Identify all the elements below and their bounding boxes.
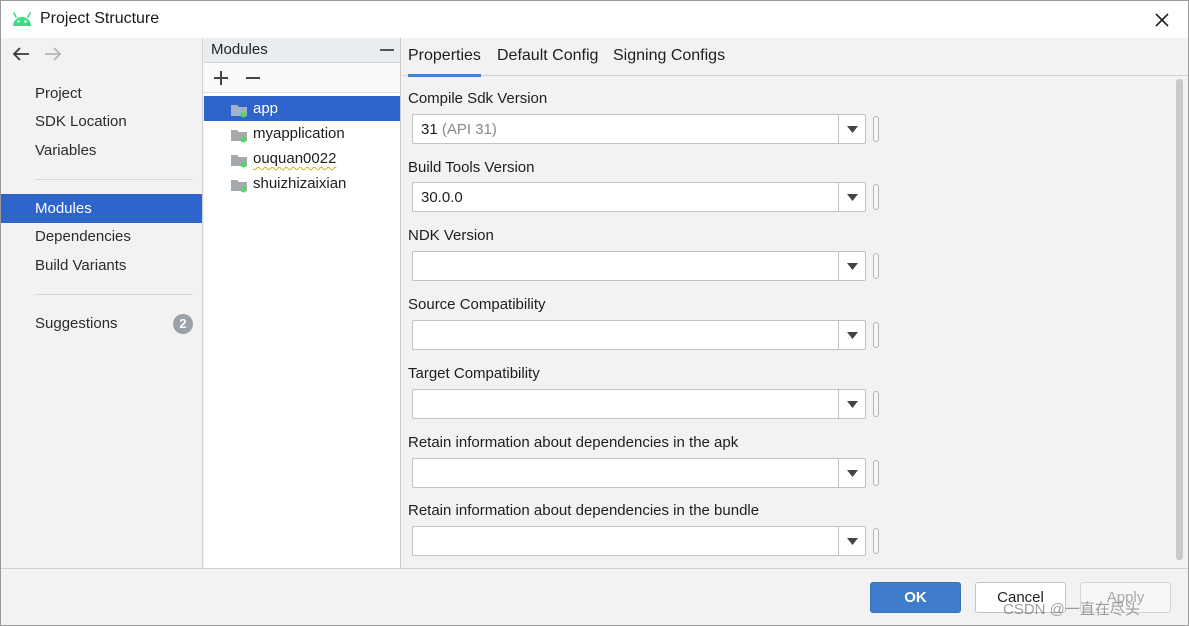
module-label: myapplication	[253, 125, 345, 142]
chevron-down-icon	[847, 194, 858, 201]
android-icon	[11, 11, 33, 27]
field-label-target-compatibility: Target Compatibility	[408, 365, 540, 382]
nav-item-sdk-location[interactable]: SDK Location	[1, 107, 202, 136]
nav-item-dependencies[interactable]: Dependencies	[1, 222, 202, 251]
vertical-scrollbar[interactable]	[1176, 79, 1183, 560]
arrow-left-icon[interactable]	[11, 46, 31, 66]
module-folder-icon	[230, 151, 248, 168]
minus-icon[interactable]	[242, 67, 264, 89]
chevron-down-icon	[847, 401, 858, 408]
module-label: ouquan0022	[253, 150, 337, 167]
chevron-down-icon	[847, 263, 858, 270]
dropdown-arrow-button[interactable]	[838, 321, 865, 349]
dropdown-arrow-button[interactable]	[838, 252, 865, 280]
field-extra-button[interactable]	[873, 460, 879, 486]
module-item-shuizhizaixian[interactable]: shuizhizaixian	[204, 171, 400, 196]
chevron-down-icon	[847, 332, 858, 339]
field-label-compile-sdk: Compile Sdk Version	[408, 90, 548, 107]
chevron-down-icon	[847, 126, 858, 133]
modules-header-label: Modules	[211, 41, 268, 58]
combo-value-text: 31	[421, 121, 438, 138]
field-label-retain-apk: Retain information about dependencies in…	[408, 434, 739, 451]
field-extra-button[interactable]	[873, 184, 879, 210]
arrow-right-icon[interactable]	[43, 46, 63, 66]
ok-button[interactable]: OK	[870, 582, 961, 613]
module-folder-icon	[230, 126, 248, 143]
field-label-build-tools: Build Tools Version	[408, 159, 535, 176]
chevron-down-icon	[847, 538, 858, 545]
field-extra-button[interactable]	[873, 391, 879, 417]
build-tools-version-combo[interactable]: 30.0.0	[412, 182, 866, 212]
nav-item-suggestions[interactable]: Suggestions 2	[1, 309, 202, 338]
dropdown-arrow-button[interactable]	[838, 390, 865, 418]
tab-label: Properties	[408, 47, 481, 64]
suggestions-count-badge: 2	[173, 314, 193, 334]
modules-toolbar	[204, 63, 400, 93]
close-button[interactable]	[1148, 7, 1176, 33]
module-label: app	[253, 100, 279, 117]
chevron-down-icon	[847, 470, 858, 477]
watermark-text: CSDN @一直在尽头	[1003, 601, 1140, 618]
combo-value: 30.0.0	[421, 189, 463, 206]
nav-item-project[interactable]: Project	[1, 79, 202, 108]
plus-icon[interactable]	[210, 67, 232, 89]
module-folder-icon	[230, 176, 248, 193]
close-icon	[1155, 13, 1169, 27]
compile-sdk-version-combo[interactable]: 31 (API 31)	[412, 114, 866, 144]
module-folder-icon	[230, 101, 248, 118]
tab-bar: Properties Default Config Signing Config…	[402, 38, 1188, 77]
modules-header: Modules	[204, 38, 400, 63]
nav-item-build-variants[interactable]: Build Variants	[1, 251, 202, 280]
field-extra-button[interactable]	[873, 528, 879, 554]
dropdown-arrow-button[interactable]	[838, 115, 865, 143]
field-label-retain-bundle: Retain information about dependencies in…	[408, 502, 760, 519]
field-extra-button[interactable]	[873, 322, 879, 348]
retain-bundle-dependencies-combo[interactable]	[412, 526, 866, 556]
combo-value: 31 (API 31)	[421, 121, 497, 138]
tab-default-config[interactable]: Default Config	[497, 38, 598, 76]
field-label-ndk-version: NDK Version	[408, 227, 494, 244]
properties-form: Compile Sdk Version 31 (API 31) Build To…	[402, 77, 1188, 568]
module-properties-pane: Properties Default Config Signing Config…	[402, 38, 1188, 568]
dropdown-arrow-button[interactable]	[838, 527, 865, 555]
source-compatibility-combo[interactable]	[412, 320, 866, 350]
field-extra-button[interactable]	[873, 253, 879, 279]
window-title: Project Structure	[40, 10, 160, 27]
nav-divider	[35, 294, 193, 295]
nav-item-variables[interactable]: Variables	[1, 136, 202, 165]
dropdown-arrow-button[interactable]	[838, 459, 865, 487]
title-bar: Project Structure	[1, 1, 1188, 38]
target-compatibility-combo[interactable]	[412, 389, 866, 419]
field-label-source-compatibility: Source Compatibility	[408, 296, 546, 313]
nav-item-label: Suggestions	[35, 315, 118, 332]
nav-divider	[35, 179, 193, 180]
dialog-footer: OK Cancel Apply CSDN @一直在尽头	[1, 568, 1188, 625]
module-label: shuizhizaixian	[253, 175, 347, 192]
tab-label: Default Config	[497, 47, 599, 64]
tab-signing-configs[interactable]: Signing Configs	[613, 38, 725, 76]
ndk-version-combo[interactable]	[412, 251, 866, 281]
combo-value-hint: (API 31)	[441, 121, 497, 138]
left-navigation: Project SDK Location Variables Modules D…	[1, 38, 203, 568]
module-item-ouquan0022[interactable]: ouquan0022	[204, 146, 400, 171]
tab-properties[interactable]: Properties	[408, 38, 481, 77]
nav-item-modules[interactable]: Modules	[1, 194, 202, 223]
modules-panel: Modules app myapplication ouquan0022 shu…	[204, 38, 401, 568]
project-structure-dialog: Project Structure Project SDK Location V…	[0, 0, 1189, 626]
module-item-app[interactable]: app	[204, 96, 400, 121]
module-item-myapplication[interactable]: myapplication	[204, 121, 400, 146]
dropdown-arrow-button[interactable]	[838, 183, 865, 211]
retain-apk-dependencies-combo[interactable]	[412, 458, 866, 488]
collapse-panel-icon[interactable]	[380, 49, 394, 51]
tab-label: Signing Configs	[613, 47, 726, 64]
field-extra-button[interactable]	[873, 116, 879, 142]
